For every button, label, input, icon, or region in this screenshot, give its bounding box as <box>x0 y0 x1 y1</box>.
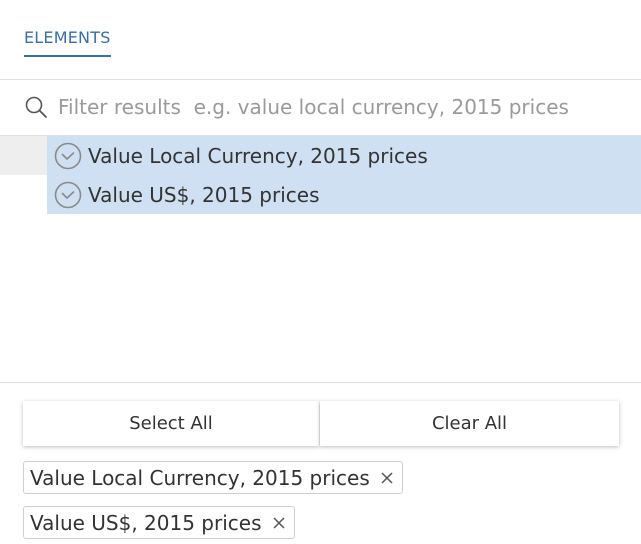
check-circle-icon <box>54 181 82 208</box>
results-list: Value Local Currency, 2015 prices Value … <box>0 136 641 382</box>
result-item-value-local-currency[interactable]: Value Local Currency, 2015 prices <box>47 136 641 175</box>
chip-label: Value Local Currency, 2015 prices <box>30 465 370 490</box>
search-bar <box>0 80 641 136</box>
result-item-value-usd[interactable]: Value US$, 2015 prices <box>47 175 641 214</box>
search-icon <box>25 96 47 118</box>
selected-chip-value-local-currency: Value Local Currency, 2015 prices <box>23 461 403 494</box>
row-gutter <box>0 136 47 175</box>
result-item-label: Value US$, 2015 prices <box>88 182 320 207</box>
close-icon[interactable] <box>272 516 286 530</box>
chip-label: Value US$, 2015 prices <box>30 510 262 535</box>
clear-all-button[interactable]: Clear All <box>320 401 619 446</box>
tab-bar: ELEMENTS <box>0 0 641 80</box>
close-icon[interactable] <box>380 471 394 485</box>
search-input[interactable] <box>58 92 628 122</box>
selected-chip-value-usd: Value US$, 2015 prices <box>23 506 295 539</box>
select-all-button[interactable]: Select All <box>23 401 319 446</box>
check-circle-icon <box>54 142 82 169</box>
result-item-label: Value Local Currency, 2015 prices <box>88 143 428 168</box>
divider <box>0 382 641 383</box>
tab-elements[interactable]: ELEMENTS <box>24 28 111 57</box>
